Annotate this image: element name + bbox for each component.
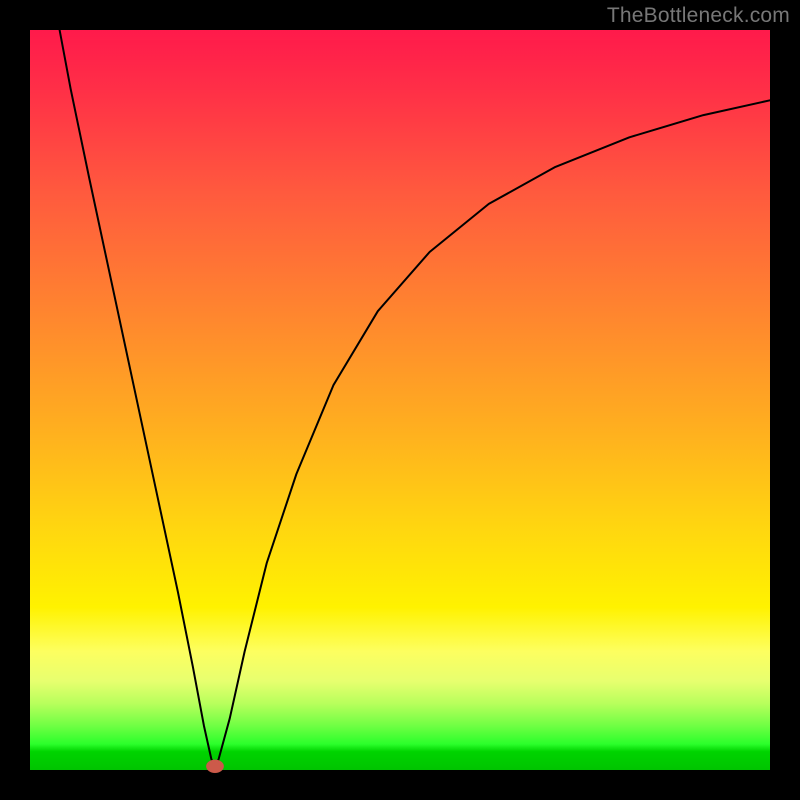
plot-area — [30, 30, 770, 770]
watermark-text: TheBottleneck.com — [607, 4, 790, 28]
minimum-point-marker — [206, 760, 224, 773]
bottleneck-curve — [60, 30, 770, 766]
chart-frame: TheBottleneck.com — [0, 0, 800, 800]
curve-layer — [30, 30, 770, 770]
